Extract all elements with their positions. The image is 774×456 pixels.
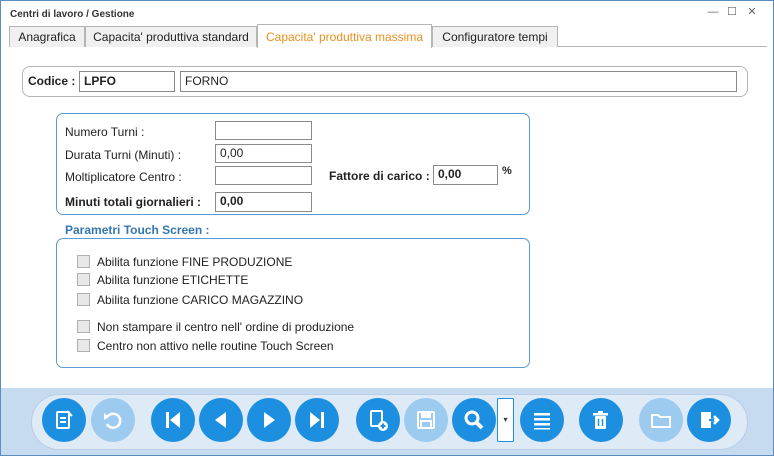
tab-capacita-massima[interactable]: Capacita' produttiva massima <box>257 24 432 48</box>
durata-turni-label: Durata Turni (Minuti) : <box>65 148 182 162</box>
numero-turni-label: Numero Turni : <box>65 125 145 139</box>
checkbox-carico-magazzino[interactable] <box>77 293 90 306</box>
undo-icon[interactable] <box>91 398 135 442</box>
minuti-totali-field[interactable]: 0,00 <box>215 192 312 212</box>
checkbox-etichette[interactable] <box>77 273 90 286</box>
window-title: Centri di lavoro / Gestione <box>10 9 135 20</box>
minuti-totali-label: Minuti totali giornalieri : <box>65 195 201 209</box>
fattore-carico-field[interactable]: 0,00 <box>433 165 498 185</box>
search-icon[interactable] <box>452 398 496 442</box>
minimize-icon[interactable]: — <box>704 5 722 19</box>
checkbox-etichette-label: Abilita funzione ETICHETTE <box>97 273 249 287</box>
fattore-carico-label: Fattore di carico : <box>329 169 430 183</box>
exit-icon[interactable] <box>687 398 731 442</box>
close-icon[interactable]: ✕ <box>743 5 761 19</box>
checkbox-fine-produzione-label: Abilita funzione FINE PRODUZIONE <box>97 255 293 269</box>
checkbox-fine-produzione[interactable] <box>77 255 90 268</box>
codice-code-field[interactable]: LPFO <box>79 71 175 92</box>
checkbox-non-stampare[interactable] <box>77 320 90 333</box>
checkbox-non-attivo-label: Centro non attivo nelle routine Touch Sc… <box>97 339 334 353</box>
title-bar: Centri di lavoro / Gestione — ☐ ✕ <box>1 1 773 25</box>
search-dropdown-icon[interactable]: ▾ <box>497 398 514 442</box>
codice-label: Codice : <box>28 74 76 88</box>
tab-capacita-standard[interactable]: Capacita' produttiva standard <box>85 26 257 47</box>
new-document-icon[interactable] <box>356 398 400 442</box>
list-icon[interactable] <box>520 398 564 442</box>
maximize-icon[interactable]: ☐ <box>723 5 741 19</box>
folder-icon[interactable] <box>639 398 683 442</box>
delete-icon[interactable] <box>579 398 623 442</box>
durata-turni-field[interactable]: 0,00 <box>215 144 312 163</box>
save-icon[interactable] <box>404 398 448 442</box>
checkbox-non-stampare-label: Non stampare il centro nell' ordine di p… <box>97 320 355 334</box>
numero-turni-field[interactable] <box>215 121 312 140</box>
checkbox-non-attivo[interactable] <box>77 339 90 352</box>
previous-record-icon[interactable] <box>199 398 243 442</box>
last-record-icon[interactable] <box>295 398 339 442</box>
tab-bar: Anagrafica Capacita' produttiva standard… <box>9 24 767 48</box>
checkbox-carico-magazzino-label: Abilita funzione CARICO MAGAZZINO <box>97 293 304 307</box>
tab-configuratore-tempi[interactable]: Configuratore tempi <box>432 26 558 47</box>
touch-screen-title: Parametri Touch Screen : <box>65 223 210 237</box>
moltiplicatore-label: Moltiplicatore Centro : <box>65 170 182 184</box>
moltiplicatore-field[interactable] <box>215 166 312 185</box>
next-record-icon[interactable] <box>247 398 291 442</box>
edit-document-icon[interactable] <box>42 398 86 442</box>
codice-description-field[interactable]: FORNO <box>180 71 737 92</box>
percent-sign: % <box>502 165 512 177</box>
tab-anagrafica[interactable]: Anagrafica <box>9 26 85 47</box>
first-record-icon[interactable] <box>151 398 195 442</box>
